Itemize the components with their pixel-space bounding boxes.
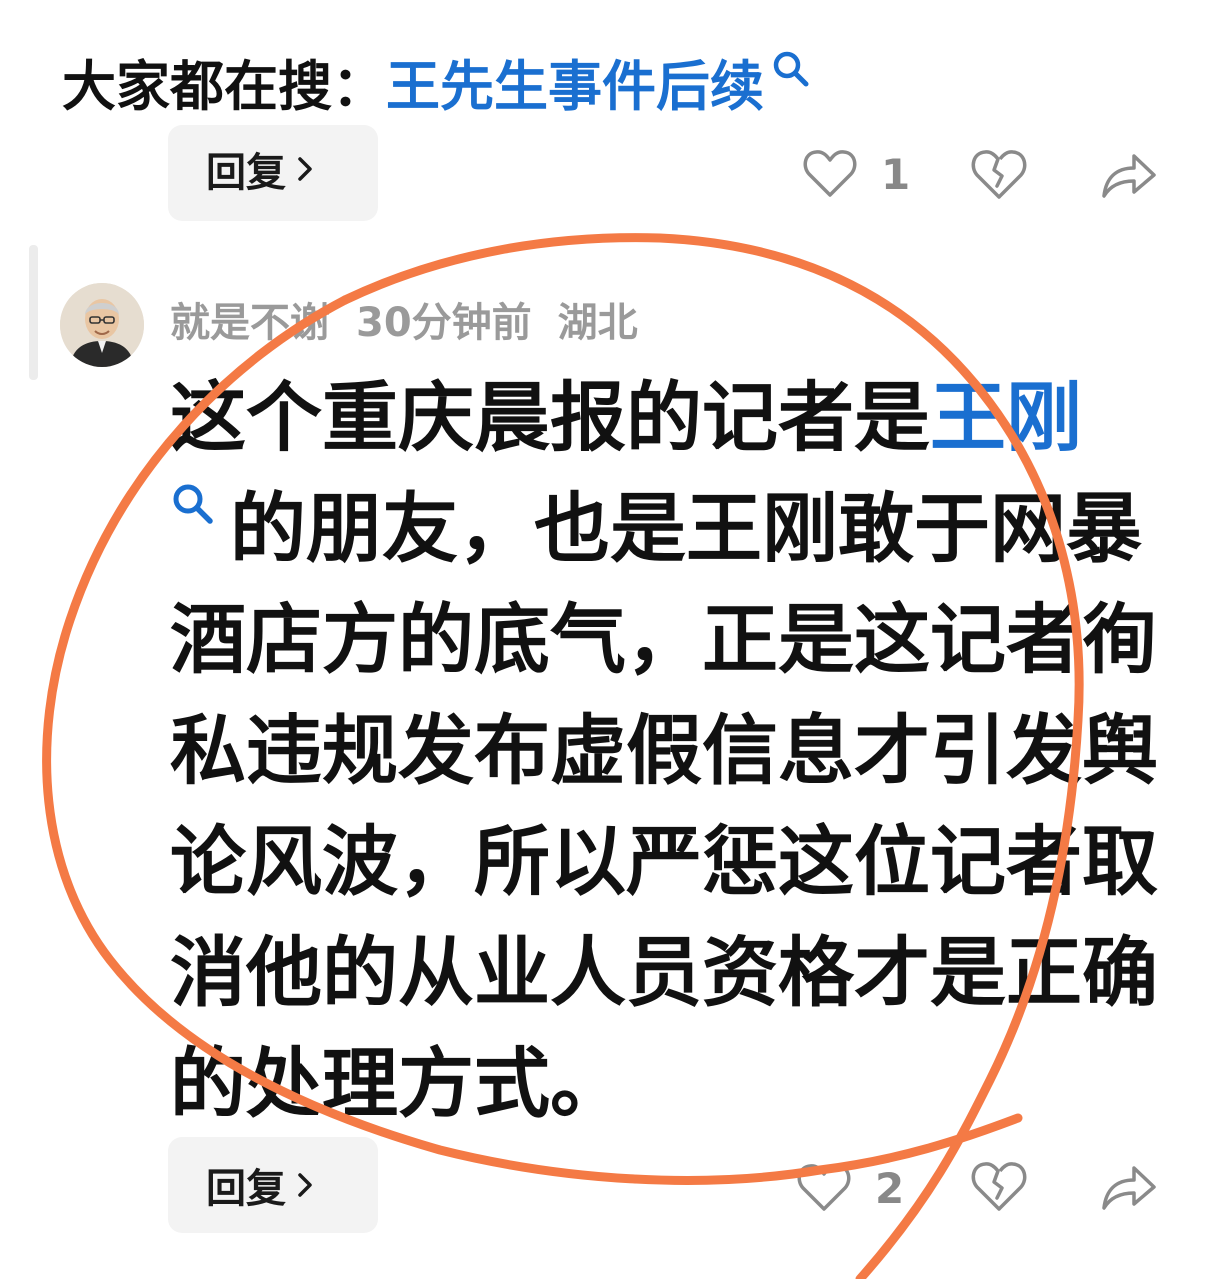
search-term-link[interactable]: 王先生事件后续 [386,50,764,124]
share-action[interactable] [1100,1162,1158,1212]
search-icon[interactable] [770,48,812,90]
comment-text-part-1: 这个重庆晨报的记者是 [170,373,930,462]
previous-reply-button[interactable]: 回复 [168,125,378,221]
search-icon[interactable] [170,481,216,527]
comment-time: 30分钟前 [356,300,532,346]
avatar-image [60,283,144,367]
dislike-action[interactable] [971,1160,1027,1214]
comment-text-part-2: 的朋友，也是王刚敢于网暴酒店方的底气，正是这记者徇私违规发布虚假信息才引发舆论风… [170,484,1158,1128]
like-action[interactable]: 2 [797,1162,904,1214]
mention-link[interactable]: 王刚 [930,373,1082,462]
comment-location: 湖北 [557,300,638,346]
chevron-right-icon [298,157,312,181]
reply-label: 回复 [206,150,286,196]
search-prefix: 大家都在搜： [62,55,386,118]
broken-heart-icon[interactable] [971,148,1027,202]
previous-dislike-action[interactable] [971,148,1027,202]
like-count: 2 [875,1163,905,1213]
heart-icon[interactable] [797,1162,851,1214]
username[interactable]: 就是不谢 [170,290,330,348]
heart-icon[interactable] [803,148,857,200]
comment-meta: 就是不谢 30分钟前 湖北 [170,290,638,348]
reply-label: 回复 [206,1166,286,1212]
previous-share-action[interactable] [1100,150,1158,200]
avatar[interactable] [60,283,144,367]
search-banner[interactable]: 大家都在搜： 王先生事件后续 [62,50,812,130]
like-count: 1 [881,149,911,199]
reply-button[interactable]: 回复 [168,1137,378,1233]
share-icon[interactable] [1100,1162,1158,1212]
previous-like-action[interactable]: 1 [803,148,910,200]
thread-indicator [29,245,38,380]
comment-text: 这个重庆晨报的记者是王刚的朋友，也是王刚敢于网暴酒店方的底气，正是这记者徇私违规… [170,362,1170,1139]
broken-heart-icon[interactable] [971,1160,1027,1214]
chevron-right-icon [298,1173,312,1197]
share-icon[interactable] [1100,150,1158,200]
